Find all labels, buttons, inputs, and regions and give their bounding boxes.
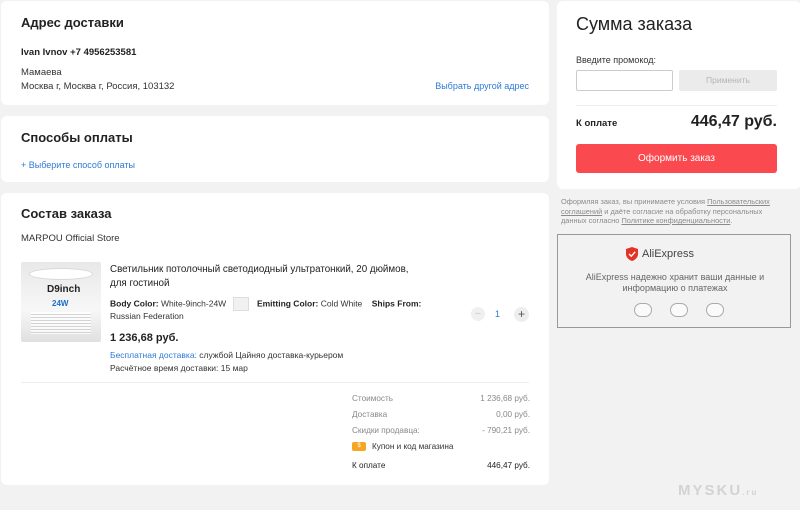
secure-badge-icon [670,303,688,317]
address-line2: Москва г, Москва г, Россия, 103132 [21,81,175,92]
free-shipping-link[interactable]: Бесплатная доставка: [110,350,197,360]
terms-part1: Оформляя заказ, вы принимаете условия [561,197,708,206]
sum-title: Сумма заказа [576,14,693,34]
coupon-icon: $ [352,442,366,452]
order-sum-card: Сумма заказа Введите промокод: Применить… [557,1,800,189]
shield-icon [626,247,638,261]
ships-from-label: Ships From: [371,298,422,309]
trust-card: AliExpress AliExpress надежно хранит ваш… [557,234,791,328]
sum-divider [576,105,777,106]
pay-label: К оплате [576,118,618,129]
body-color-value: White-9inch-24W [161,298,227,309]
discount-value: - 790,21 руб. [482,426,530,435]
security-badges [634,303,724,317]
terms-part3: . [730,216,733,225]
address-card: Адрес доставки Ivan Ivnov +7 4956253581 … [1,1,549,105]
total-value: 446,47 руб. [487,461,530,470]
aliexpress-brand: AliExpress [642,248,694,260]
shipping-info: Бесплатная доставка: службой Цайняо дост… [110,350,343,360]
delivery-label: Доставка [352,410,388,419]
emitting-color-value: Cold White [320,298,363,309]
product-image[interactable]: D9inch 24W [21,262,101,342]
coupon-label: Купон и код магазина [372,442,454,451]
pay-value: 446,47 руб. [690,113,777,130]
body-color-label: Body Color: [110,298,159,309]
promo-code-input[interactable] [576,70,673,91]
shipping-service: службой Цайняо доставка-курьером [196,350,344,360]
watermark-main: MYSKU [678,482,743,499]
recipient-name: Ivan Ivnov +7 4956253581 [21,47,137,58]
order-title: Состав заказа [21,206,112,221]
quantity-increase-button[interactable]: + [514,307,529,322]
address-line1: Мамаева [21,67,62,78]
quantity-decrease-button[interactable]: − [471,307,485,321]
discount-label: Скидки продавца: [352,426,420,435]
pci-badge-icon [634,303,652,317]
select-payment-link[interactable]: + Выберите способ оплаты [21,160,135,170]
promo-label: Введите промокод: [576,55,656,65]
terms-text: Оформляя заказ, вы принимаете условия По… [561,197,789,226]
product-price: 1 236,68 руб. [110,332,179,344]
delivery-time: Расчётное время доставки: 15 мар [110,363,248,373]
color-swatch [232,297,249,311]
cost-row: Стоимость 1 236,68 руб. [352,394,530,403]
change-address-link[interactable]: Выбрать другой адрес [435,81,529,91]
discount-row: Скидки продавца: - 790,21 руб. [352,426,530,435]
address-title: Адрес доставки [21,15,124,30]
delivery-value: 0,00 руб. [496,410,530,419]
cost-value: 1 236,68 руб. [480,394,530,403]
emitting-color-label: Emitting Color: [256,298,319,309]
privacy-policy-link[interactable]: Политике конфиденциальности [621,216,730,225]
product-image-spec-lines [31,312,91,334]
payment-title: Способы оплаты [21,130,133,145]
trust-message: AliExpress надежно хранит ваши данные и … [585,272,765,293]
watermark-sub: .ru [742,488,759,497]
coupon-row[interactable]: $ Купон и код магазина [352,442,454,452]
verified-badge-icon [706,303,724,317]
lamp-shape [29,268,93,280]
product-properties: Body Color: White-9inch-24W Emitting Col… [110,297,421,311]
store-name[interactable]: MARPOU Official Store [21,233,120,244]
checkout-button[interactable]: Оформить заказ [576,144,777,173]
total-label: К оплате [352,461,386,470]
payment-card: Способы оплаты + Выберите способ оплаты [1,116,549,182]
product-title[interactable]: Светильник потолочный светодиодный ультр… [110,263,420,290]
watermark: MYSKU.ru [678,482,758,499]
apply-promo-button[interactable]: Применить [679,70,777,91]
product-image-model: D9inch [47,284,81,295]
quantity-value: 1 [495,309,501,319]
ships-from-value: Russian Federation [110,311,184,321]
cost-label: Стоимость [352,394,393,403]
product-image-power: 24W [52,299,69,308]
order-card: Состав заказа MARPOU Official Store D9in… [1,193,549,485]
delivery-row: Доставка 0,00 руб. [352,410,530,419]
order-divider [21,382,529,383]
total-row: К оплате 446,47 руб. [352,461,530,470]
